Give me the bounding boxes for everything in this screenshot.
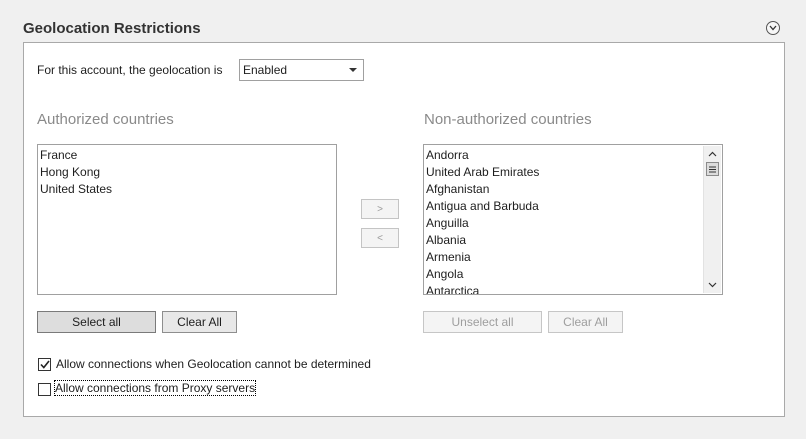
non-authorized-countries-title: Non-authorized countries: [424, 111, 592, 128]
non-authorized-countries-list[interactable]: Andorra United Arab Emirates Afghanistan…: [423, 144, 723, 295]
list-item[interactable]: United Arab Emirates: [426, 164, 722, 181]
clear-all-non-authorized-button[interactable]: Clear All: [548, 311, 623, 333]
scroll-up-icon[interactable]: [704, 146, 721, 162]
list-item[interactable]: France: [40, 147, 336, 164]
authorized-countries-list[interactable]: France Hong Kong United States: [37, 144, 337, 295]
list-item[interactable]: Antarctica: [426, 283, 722, 294]
list-item[interactable]: Afghanistan: [426, 181, 722, 198]
scroll-thumb[interactable]: [706, 162, 719, 176]
list-item[interactable]: Andorra: [426, 147, 722, 164]
list-item[interactable]: Anguilla: [426, 215, 722, 232]
list-item[interactable]: Angola: [426, 266, 722, 283]
allow-undetermined-label[interactable]: Allow connections when Geolocation canno…: [56, 357, 371, 371]
non-authorized-scrollbar[interactable]: [703, 146, 721, 293]
clear-all-authorized-button[interactable]: Clear All: [162, 311, 237, 333]
allow-undetermined-checkbox[interactable]: [38, 358, 51, 371]
chevron-down-icon: [769, 25, 777, 31]
remove-from-authorized-button[interactable]: <: [361, 228, 399, 248]
collapse-button[interactable]: [766, 21, 780, 35]
grip-icon: [709, 166, 716, 172]
list-item[interactable]: Armenia: [426, 249, 722, 266]
list-item[interactable]: Albania: [426, 232, 722, 249]
geolocation-select[interactable]: Enabled: [239, 59, 364, 81]
unselect-all-button[interactable]: Unselect all: [423, 311, 542, 333]
allow-proxy-checkbox[interactable]: [38, 383, 51, 396]
list-item[interactable]: Antigua and Barbuda: [426, 198, 722, 215]
dropdown-arrow-icon: [349, 68, 357, 72]
authorized-countries-title: Authorized countries: [37, 111, 174, 128]
geolocation-select-value: Enabled: [243, 63, 288, 77]
scroll-down-icon[interactable]: [704, 277, 721, 293]
section-title: Geolocation Restrictions: [23, 20, 201, 37]
add-to-authorized-button[interactable]: >: [361, 199, 399, 219]
select-all-button[interactable]: Select all: [37, 311, 156, 333]
checkmark-icon: [39, 360, 50, 369]
list-item[interactable]: Hong Kong: [40, 164, 336, 181]
geolocation-label: For this account, the geolocation is: [37, 63, 223, 77]
list-item[interactable]: United States: [40, 181, 336, 198]
allow-proxy-label[interactable]: Allow connections from Proxy servers: [53, 380, 257, 396]
